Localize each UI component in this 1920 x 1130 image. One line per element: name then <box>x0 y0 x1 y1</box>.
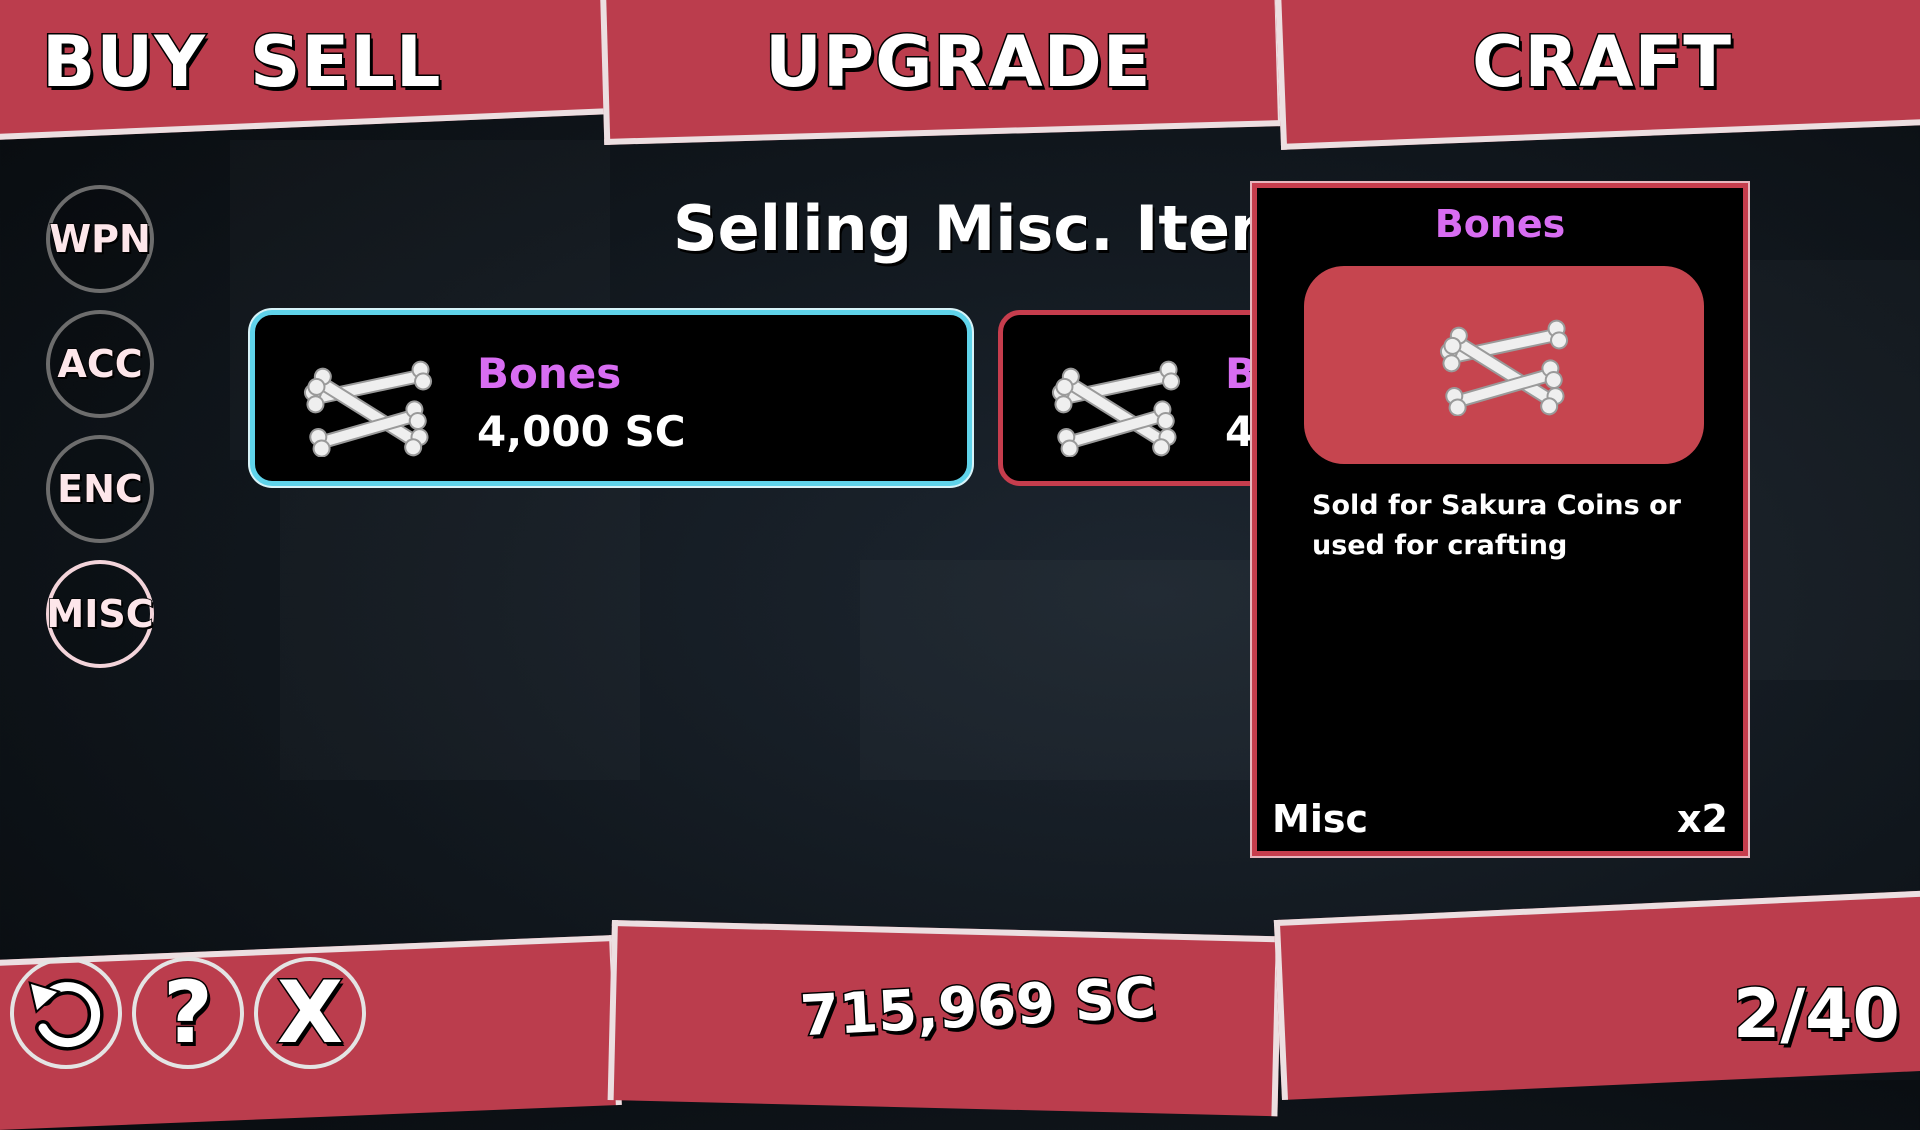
upgrade-tab[interactable]: UPGRADE <box>764 26 1153 99</box>
item-detail-panel: Bones Sold for Sakura Coins or used for … <box>1252 183 1748 856</box>
close-button[interactable]: X <box>254 957 366 1069</box>
category-accessory-button[interactable]: ACC <box>46 310 154 418</box>
help-button[interactable]: ? <box>132 957 244 1069</box>
category-misc-button[interactable]: MISC <box>46 560 154 668</box>
background-shape <box>280 480 640 780</box>
detail-item-category: Misc <box>1272 797 1368 841</box>
detail-item-image <box>1304 266 1704 464</box>
item-name: Bones <box>477 349 622 398</box>
detail-item-description: Sold for Sakura Coins or used for crafti… <box>1312 490 1681 561</box>
item-price: 4,000 SC <box>477 407 686 456</box>
craft-tab[interactable]: CRAFT <box>1470 26 1732 99</box>
item-card-bones[interactable]: Bones 4,000 SC <box>250 310 972 486</box>
page-title: Selling Misc. Item <box>673 192 1295 265</box>
bones-icon <box>1051 360 1181 457</box>
detail-item-quantity: x2 <box>1677 797 1728 841</box>
bones-icon <box>303 360 433 457</box>
category-enchant-button[interactable]: ENC <box>46 435 154 543</box>
sell-tab[interactable]: SELL <box>248 26 441 99</box>
page-counter: 2/40 <box>1732 974 1902 1056</box>
background-shape <box>860 560 1280 780</box>
category-weapon-button[interactable]: WPN <box>46 185 154 293</box>
bones-icon <box>1439 319 1569 416</box>
back-button[interactable] <box>10 957 122 1069</box>
detail-item-name: Bones <box>1434 202 1566 246</box>
undo-icon <box>28 978 104 1051</box>
buy-tab[interactable]: BUY <box>41 26 207 99</box>
